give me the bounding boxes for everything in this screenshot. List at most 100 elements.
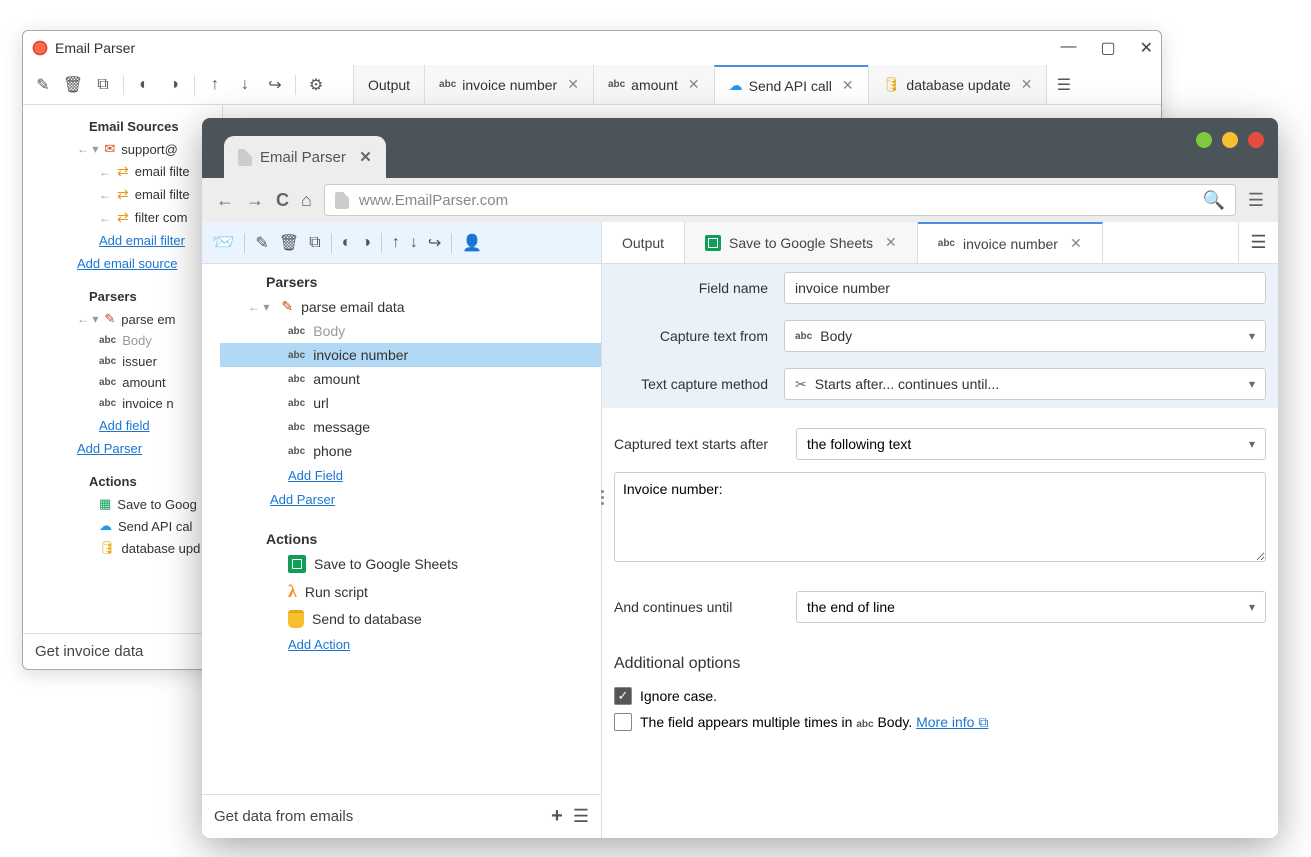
starts-after-textarea[interactable] [614,472,1266,562]
add-parser-link[interactable]: Add Parser [77,441,142,456]
mail-icon[interactable]: 📨 [212,232,234,253]
close-icon[interactable]: ✕ [885,234,897,251]
forward-icon[interactable]: → [246,190,264,211]
capture-from-select[interactable]: abcBody▾ [784,320,1266,352]
maximize-button[interactable]: ▢ [1100,38,1115,58]
field-node[interactable]: abcamount [220,367,601,391]
mac-close[interactable] [1248,132,1264,148]
add-action-link[interactable]: Add Action [288,637,350,652]
search-icon[interactable]: 🔍 [1202,190,1224,211]
field-item[interactable]: abcinvoice n [31,393,222,414]
document-icon [238,149,252,166]
starts-after-label: Captured text starts after [614,436,784,452]
parser-node[interactable]: ← ▾✎parse email data [220,294,601,319]
toggle-off-icon[interactable]: ◐ [342,234,352,252]
tab-invoice-number[interactable]: abcinvoice number✕ [918,222,1103,263]
home-icon[interactable]: ⌂ [301,190,312,211]
tab-database-update[interactable]: 🛢database update✕ [868,65,1047,104]
close-icon[interactable]: ✕ [842,77,854,94]
url-bar[interactable]: www.EmailParser.com 🔍 [324,184,1236,216]
action-item[interactable]: ▦Save to Goog [31,493,222,515]
action-node[interactable]: λRun script [220,577,601,606]
scissors-icon: ✂ [795,376,807,393]
arrow-up-icon[interactable]: ↑ [392,234,400,252]
field-node[interactable]: abcphone [220,439,601,463]
main-toolbar: ✎ 🗑 ⧉ ◐ ◑ ↑ ↓ ↪ ⚙ Output abcinvoice numb… [23,65,1161,105]
arrow-down-icon[interactable]: ↓ [410,234,418,252]
toggle-on-icon[interactable]: ◑ [361,234,371,252]
edit-icon[interactable]: ✎ [33,75,53,95]
field-node[interactable]: abcmessage [220,415,601,439]
close-icon[interactable]: ✕ [1021,76,1033,93]
action-node[interactable]: Send to database [220,606,601,632]
back-icon[interactable]: ← [216,190,234,211]
continues-label: And continues until [614,599,784,615]
arrow-down-icon[interactable]: ↓ [235,75,255,95]
filter-item[interactable]: ←⇄filter com [31,206,222,229]
arrow-up-icon[interactable]: ↑ [205,75,225,95]
redirect-icon[interactable]: ↪ [428,233,441,253]
add-parser-link[interactable]: Add Parser [270,492,335,507]
splitter-handle[interactable] [598,482,606,512]
action-node[interactable]: Save to Google Sheets [220,551,601,577]
edit-icon[interactable]: ✎ [255,233,268,253]
add-email-source-link[interactable]: Add email source [77,256,177,271]
field-item[interactable]: abcBody [31,330,222,351]
toggle-off-icon[interactable]: ◐ [134,75,154,95]
tab-menu-button[interactable]: ☰ [1238,222,1278,263]
tab-output[interactable]: Output [353,65,424,104]
tab-amount[interactable]: abcamount✕ [593,65,714,104]
actions-heading: Actions [266,531,601,547]
close-button[interactable]: ✕ [1140,38,1153,58]
tab-menu-button[interactable]: ☰ [1046,65,1080,104]
abc-icon: abc [288,422,305,433]
redirect-icon[interactable]: ↪ [265,75,285,95]
copy-icon[interactable]: ⧉ [309,234,320,252]
continues-select[interactable]: the end of line▾ [796,591,1266,623]
field-node[interactable]: abcurl [220,391,601,415]
add-email-filter-link[interactable]: Add email filter [99,233,185,248]
close-icon[interactable]: ✕ [567,76,579,93]
close-icon[interactable]: ✕ [359,148,372,166]
add-button[interactable]: + [551,805,563,828]
menu-icon[interactable]: ☰ [1248,190,1264,211]
user-icon[interactable]: 👤 [462,233,482,253]
reload-icon[interactable]: C [276,190,289,211]
menu-button[interactable]: ☰ [573,806,589,827]
close-icon[interactable]: ✕ [1070,235,1082,252]
add-field-link[interactable]: Add Field [288,468,343,483]
tab-output[interactable]: Output [602,222,685,263]
mac-minimize[interactable] [1196,132,1212,148]
browser-tab[interactable]: Email Parser ✕ [224,136,386,178]
trash-icon[interactable]: 🗑 [279,233,299,253]
copy-icon[interactable]: ⧉ [93,75,113,95]
add-field-link[interactable]: Add field [99,418,150,433]
tab-invoice-number[interactable]: abcinvoice number✕ [424,65,593,104]
ignore-case-checkbox[interactable]: ✓ [614,687,632,705]
filter-item[interactable]: ←⇄email filte [31,183,222,206]
action-item[interactable]: 🛢database upd [31,537,222,559]
tab-save-sheets[interactable]: Save to Google Sheets✕ [685,222,918,263]
parser-item[interactable]: ← ▾✎parse em [31,308,222,330]
filter-item[interactable]: ←⇄email filte [31,160,222,183]
ignore-case-label: Ignore case. [640,688,717,704]
email-source-item[interactable]: ← ▾✉support@ [31,138,222,160]
field-name-input[interactable]: invoice number [784,272,1266,304]
gear-icon[interactable]: ⚙ [306,75,326,95]
method-select[interactable]: ✂Starts after... continues until...▾ [784,368,1266,400]
tab-send-api[interactable]: ☁Send API call✕ [714,65,868,104]
more-info-link[interactable]: More info ⧉ [916,714,988,730]
action-item[interactable]: ☁Send API cal [31,515,222,537]
multiple-times-checkbox[interactable] [614,713,632,731]
field-item[interactable]: abcissuer [31,351,222,372]
starts-after-select[interactable]: the following text▾ [796,428,1266,460]
minimize-button[interactable]: ― [1060,38,1076,58]
trash-icon[interactable]: 🗑 [63,75,83,95]
field-item[interactable]: abcamount [31,372,222,393]
mac-maximize[interactable] [1222,132,1238,148]
toggle-on-icon[interactable]: ◑ [164,75,184,95]
field-node-selected[interactable]: abcinvoice number [220,343,601,367]
close-icon[interactable]: ✕ [688,76,700,93]
field-node[interactable]: abcBody [220,319,601,343]
url-text: www.EmailParser.com [359,192,508,209]
